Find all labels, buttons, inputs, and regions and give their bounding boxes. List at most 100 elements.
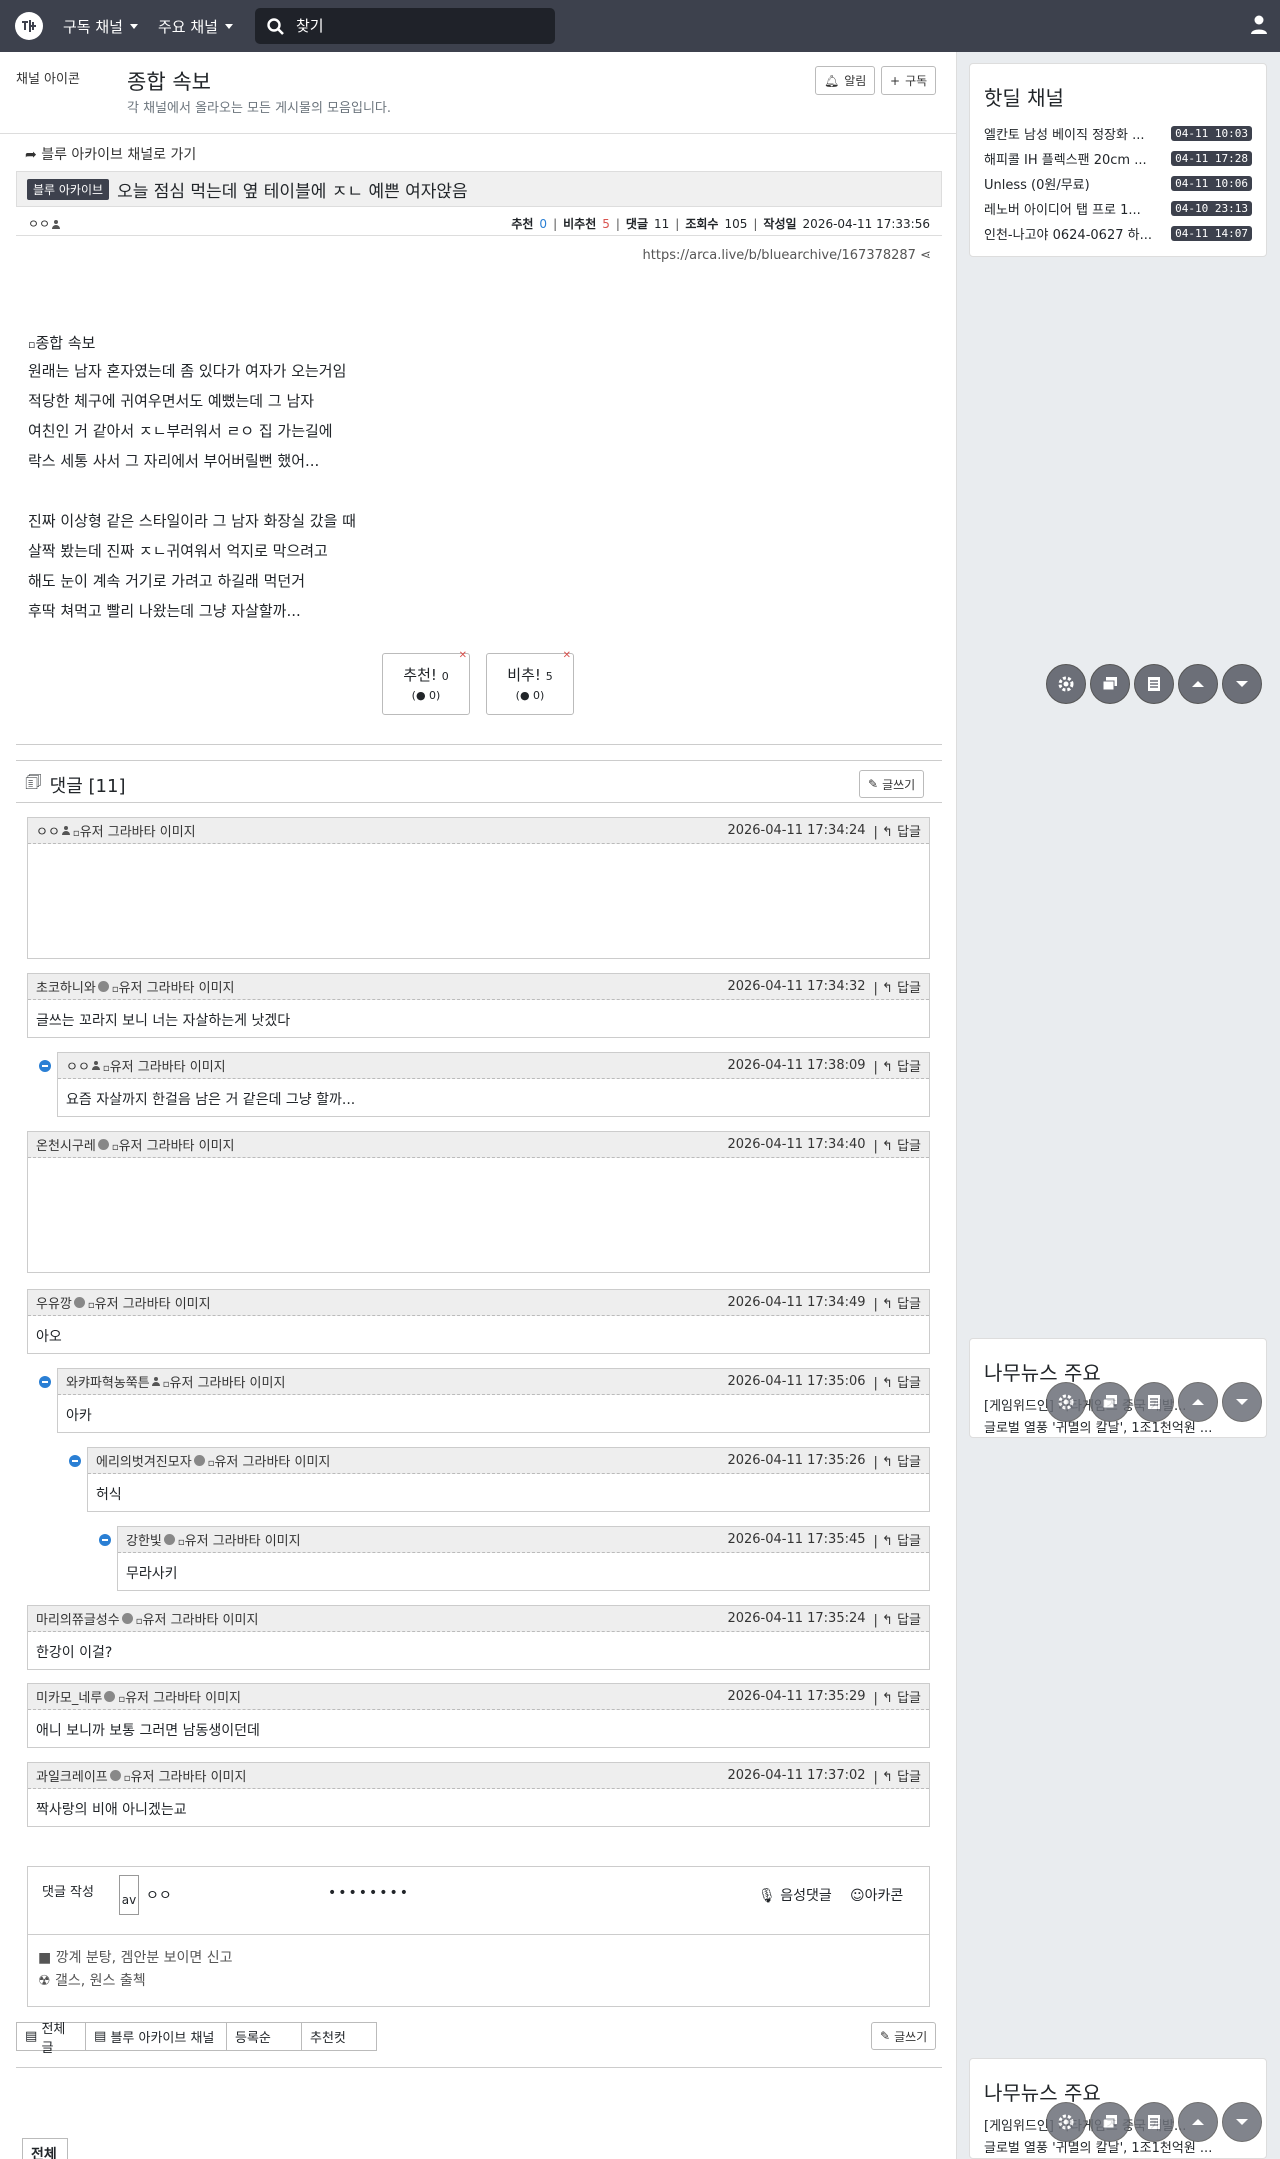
hotdeal-item[interactable]: 해피콜 IH 플렉스팬 20cm ... 04-11 17:28 [970,146,1266,171]
reply-button[interactable]: | ↰ 답글 [874,1766,921,1785]
channel-icon-image: 채널 아이콘 [16,72,80,87]
search-icon[interactable] [267,17,284,35]
alarm-button[interactable]: 🔔︎ 알림 [815,66,876,95]
sidebar: 핫딜 채널 엘칸토 남성 베이직 정장화 ... 04-11 10:03 해피콜 … [957,52,1280,2159]
reply-button[interactable]: | ↰ 답글 [874,1056,921,1075]
reply-button[interactable]: | ↰ 답글 [874,1372,921,1391]
filter-label: 전체글 [41,2021,66,2056]
comment-author[interactable]: 온천시구레 [36,1135,96,1154]
person-icon [91,1061,100,1070]
view-count-label: 조회수 [685,217,719,231]
comment-author[interactable]: 미카모_네루 [36,1687,102,1706]
reply-button[interactable]: | ↰ 답글 [874,1135,921,1154]
filter-label: 블루 아카이브 채널 [110,2031,215,2046]
hotdeal-item[interactable]: Unless (0원/무료) 04-11 10:06 [970,171,1266,196]
category-badge[interactable]: 블루 아카이브 [27,178,110,200]
comments-header: 🗊 댓글 [11] [25,770,125,800]
list-button[interactable] [1134,664,1174,704]
comments-jump-button[interactable] [1090,2102,1130,2142]
site-logo-icon[interactable] [15,12,43,40]
comment-textarea[interactable]: ■ 깡계 분탕, 겜안분 보이면 신고 ☢ 갤스, 원스 출첵 [38,1947,233,1993]
reply-button[interactable]: | ↰ 답글 [874,977,921,996]
sort-registered[interactable]: 등록순 [226,2022,302,2051]
hotdeal-item[interactable]: 엘칸토 남성 베이직 정장화 ... 04-11 10:03 [970,121,1266,146]
back-to-channel-link[interactable]: ➦ 블루 아카이브 채널로 가기 [25,144,196,164]
post-url[interactable]: https://arca.live/b/bluearchive/16737828… [643,248,931,263]
hotdeal-item[interactable]: 인천-나고야 0624-0627 하... 04-11 14:07 [970,221,1266,246]
comment-author[interactable]: 강한빛 [126,1530,162,1549]
post-line: 여친인 거 같아서 ㅈㄴ부러워서 ㄹㅇ 집 가는길에 [28,422,333,440]
post-stats: 추천 0 | 비추천 5 | 댓글 11 | 조회수 105 | 작성일 2026-04-11 1… [511,216,930,232]
reply-toggle-icon[interactable] [69,1455,81,1467]
comments-title: 댓글 [11] [49,776,126,797]
reply-label: 답글 [897,1139,921,1154]
reply-button[interactable]: | ↰ 답글 [874,821,921,840]
scroll-bottom-button[interactable] [1222,2102,1262,2142]
reply-toggle-icon[interactable] [99,1534,111,1546]
subscribed-channels-menu[interactable]: 구독 채널 [63,16,138,37]
settings-button[interactable] [1046,1382,1086,1422]
settings-button[interactable] [1046,2102,1086,2142]
comment-name-field[interactable]: ㅇㅇ [146,1885,172,1905]
comment-author[interactable]: 우유깡 [36,1293,72,1312]
reply-button[interactable]: | ↰ 답글 [874,1293,921,1312]
comment-author[interactable]: ㅇㅇ [36,821,60,840]
comment-author[interactable]: 초코하니와 [36,977,96,996]
post-author[interactable]: ㅇㅇ [28,215,61,232]
comment-item: 미카모_네루 ▫유저 그라바타 이미지 2026-04-11 17:35:29 | ↰… [27,1683,930,1748]
comment-author[interactable]: 마리의쮸글성수 [36,1609,120,1628]
comment-item: 온천시구레 ▫유저 그라바타 이미지 2026-04-11 17:34:40 | ↰ … [27,1131,930,1273]
scroll-bottom-button[interactable] [1222,664,1262,704]
board-title[interactable]: 종합 속보 [127,66,211,96]
filter-label: 등록순 [235,2031,271,2046]
search-input[interactable] [295,17,536,35]
scroll-top-button[interactable] [1178,664,1218,704]
scroll-bottom-button[interactable] [1222,1382,1262,1422]
reply-button[interactable]: | ↰ 답글 [874,1609,921,1628]
scroll-top-button[interactable] [1178,2102,1218,2142]
upvote-button[interactable]: ✕ 추천! 0 (● 0) [382,650,470,715]
comment-author[interactable]: 에리의벗겨진모자 [96,1451,192,1470]
comment-author[interactable]: ㅇㅇ [66,1056,90,1075]
settings-button[interactable] [1046,664,1086,704]
reply-toggle-icon[interactable] [39,1060,51,1072]
list-button[interactable] [1134,2102,1174,2142]
downvote-button-label: 비추! [507,666,541,684]
comment-body: 애니 보니까 보통 그러면 남동생이던데 [36,1723,260,1739]
user-gravatar-alt: 유저 그라바타 이미지 [169,1376,286,1391]
filter-all-posts[interactable]: ▤ 전체글 [16,2022,86,2056]
comment-time: 2026-04-11 17:35:06 [727,1374,866,1389]
write-button[interactable]: ✎ 글쓰기 [859,770,925,798]
voice-comment-button[interactable]: 🎙︎ 음성댓글 [758,1885,832,1905]
downvote-button[interactable]: ✕ 비추! 5 (● 0) [486,650,574,715]
post-date-label: 작성일 [763,217,797,231]
comment-author[interactable]: 과일크레이프 [36,1766,108,1785]
list-button[interactable] [1134,1382,1174,1422]
hotdeal-title[interactable]: 핫딜 채널 [984,82,1252,111]
user-gravatar-alt: 유저 그라바타 이미지 [142,1613,259,1628]
hotdeal-item[interactable]: 레노버 아이디어 탭 프로 1... 04-10 23:13 [970,196,1266,221]
user-icon[interactable] [1250,15,1268,35]
bottom-write-button[interactable]: ✎ 글쓰기 [871,2022,937,2050]
all-button[interactable]: 전체 [22,2138,68,2159]
sort-best[interactable]: 추천컷 [301,2022,377,2051]
avatar: av [119,1875,139,1915]
reply-button[interactable]: | ↰ 답글 [874,1687,921,1706]
hotdeal-item-title: Unless (0원/무료) [984,178,1090,193]
comments-jump-button[interactable] [1090,664,1130,704]
subscribe-button[interactable]: + 구독 [881,66,937,95]
comment-author[interactable]: 와캬파혁농쭉튼 [66,1372,150,1391]
arcacon-button[interactable]: ☺아카콘 [850,1885,903,1905]
main-channels-menu[interactable]: 주요 채널 [158,16,233,37]
filter-channel[interactable]: ▤ 블루 아카이브 채널 [85,2022,227,2051]
main-channels-label: 주요 채널 [157,17,218,36]
user-gravatar-alt: 유저 그라바타 이미지 [125,1691,241,1706]
comments-jump-button[interactable] [1090,1382,1130,1422]
floating-actions [1046,664,1262,704]
reply-toggle-icon[interactable] [39,1376,51,1388]
scroll-top-button[interactable] [1178,1382,1218,1422]
reply-button[interactable]: | ↰ 답글 [874,1530,921,1549]
comment-password-field[interactable]: •••••••• [328,1885,410,1901]
share-icon[interactable]: ⋖ [920,248,931,263]
reply-button[interactable]: | ↰ 답글 [874,1451,921,1470]
